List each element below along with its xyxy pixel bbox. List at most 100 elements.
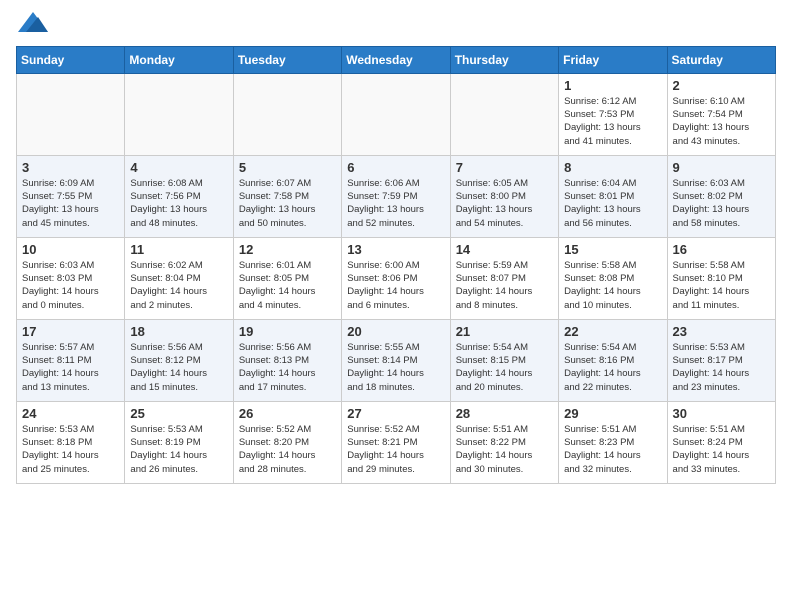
logo: [16, 16, 48, 36]
weekday-saturday: Saturday: [667, 46, 775, 73]
calendar-header: SundayMondayTuesdayWednesdayThursdayFrid…: [17, 46, 776, 73]
day-info: Sunrise: 6:02 AMSunset: 8:04 PMDaylight:…: [130, 259, 227, 312]
calendar-week-1: 1 Sunrise: 6:12 AMSunset: 7:53 PMDaylight…: [17, 73, 776, 155]
calendar-cell: 12 Sunrise: 6:01 AMSunset: 8:05 PMDayligh…: [233, 237, 341, 319]
day-info: Sunrise: 5:54 AMSunset: 8:15 PMDaylight:…: [456, 341, 553, 394]
day-number: 23: [673, 324, 770, 339]
calendar-cell: 10 Sunrise: 6:03 AMSunset: 8:03 PMDayligh…: [17, 237, 125, 319]
calendar-cell: 29 Sunrise: 5:51 AMSunset: 8:23 PMDayligh…: [559, 401, 667, 483]
calendar-cell: 5 Sunrise: 6:07 AMSunset: 7:58 PMDaylight…: [233, 155, 341, 237]
page-header: [16, 16, 776, 36]
day-info: Sunrise: 5:58 AMSunset: 8:08 PMDaylight:…: [564, 259, 661, 312]
day-number: 24: [22, 406, 119, 421]
calendar-cell: 30 Sunrise: 5:51 AMSunset: 8:24 PMDayligh…: [667, 401, 775, 483]
calendar-cell: 14 Sunrise: 5:59 AMSunset: 8:07 PMDayligh…: [450, 237, 558, 319]
weekday-sunday: Sunday: [17, 46, 125, 73]
day-info: Sunrise: 6:12 AMSunset: 7:53 PMDaylight:…: [564, 95, 661, 148]
day-info: Sunrise: 6:10 AMSunset: 7:54 PMDaylight:…: [673, 95, 770, 148]
day-number: 16: [673, 242, 770, 257]
day-number: 11: [130, 242, 227, 257]
day-info: Sunrise: 6:01 AMSunset: 8:05 PMDaylight:…: [239, 259, 336, 312]
day-number: 9: [673, 160, 770, 175]
day-info: Sunrise: 6:03 AMSunset: 8:02 PMDaylight:…: [673, 177, 770, 230]
calendar-cell: 3 Sunrise: 6:09 AMSunset: 7:55 PMDaylight…: [17, 155, 125, 237]
day-info: Sunrise: 5:55 AMSunset: 8:14 PMDaylight:…: [347, 341, 444, 394]
day-number: 25: [130, 406, 227, 421]
calendar-week-3: 10 Sunrise: 6:03 AMSunset: 8:03 PMDayligh…: [17, 237, 776, 319]
calendar-cell: [125, 73, 233, 155]
calendar-cell: 11 Sunrise: 6:02 AMSunset: 8:04 PMDayligh…: [125, 237, 233, 319]
day-number: 29: [564, 406, 661, 421]
calendar-cell: [233, 73, 341, 155]
day-info: Sunrise: 5:54 AMSunset: 8:16 PMDaylight:…: [564, 341, 661, 394]
weekday-wednesday: Wednesday: [342, 46, 450, 73]
calendar-cell: 7Sunrise: 6:05 AMSunset: 8:00 PMDaylight…: [450, 155, 558, 237]
day-number: 5: [239, 160, 336, 175]
day-info: Sunrise: 5:51 AMSunset: 8:24 PMDaylight:…: [673, 423, 770, 476]
calendar-cell: 25 Sunrise: 5:53 AMSunset: 8:19 PMDayligh…: [125, 401, 233, 483]
calendar-cell: 6Sunrise: 6:06 AMSunset: 7:59 PMDaylight…: [342, 155, 450, 237]
calendar-cell: 18 Sunrise: 5:56 AMSunset: 8:12 PMDayligh…: [125, 319, 233, 401]
day-info: Sunrise: 6:08 AMSunset: 7:56 PMDaylight:…: [130, 177, 227, 230]
calendar-cell: 2 Sunrise: 6:10 AMSunset: 7:54 PMDaylight…: [667, 73, 775, 155]
calendar-cell: 23Sunrise: 5:53 AMSunset: 8:17 PMDayligh…: [667, 319, 775, 401]
calendar-week-4: 17Sunrise: 5:57 AMSunset: 8:11 PMDayligh…: [17, 319, 776, 401]
calendar-cell: 22Sunrise: 5:54 AMSunset: 8:16 PMDayligh…: [559, 319, 667, 401]
day-number: 17: [22, 324, 119, 339]
calendar-cell: 9 Sunrise: 6:03 AMSunset: 8:02 PMDaylight…: [667, 155, 775, 237]
weekday-friday: Friday: [559, 46, 667, 73]
logo-icon: [18, 12, 48, 32]
calendar-cell: 15 Sunrise: 5:58 AMSunset: 8:08 PMDayligh…: [559, 237, 667, 319]
calendar-cell: [450, 73, 558, 155]
day-info: Sunrise: 5:58 AMSunset: 8:10 PMDaylight:…: [673, 259, 770, 312]
day-number: 2: [673, 78, 770, 93]
day-info: Sunrise: 6:06 AMSunset: 7:59 PMDaylight:…: [347, 177, 444, 230]
day-number: 15: [564, 242, 661, 257]
weekday-tuesday: Tuesday: [233, 46, 341, 73]
day-info: Sunrise: 5:52 AMSunset: 8:20 PMDaylight:…: [239, 423, 336, 476]
day-number: 18: [130, 324, 227, 339]
calendar-cell: 28 Sunrise: 5:51 AMSunset: 8:22 PMDayligh…: [450, 401, 558, 483]
calendar-week-5: 24Sunrise: 5:53 AMSunset: 8:18 PMDayligh…: [17, 401, 776, 483]
day-number: 3: [22, 160, 119, 175]
day-info: Sunrise: 5:56 AMSunset: 8:13 PMDaylight:…: [239, 341, 336, 394]
day-number: 13: [347, 242, 444, 257]
day-info: Sunrise: 5:52 AMSunset: 8:21 PMDaylight:…: [347, 423, 444, 476]
day-number: 20: [347, 324, 444, 339]
day-number: 28: [456, 406, 553, 421]
day-number: 30: [673, 406, 770, 421]
calendar-cell: [342, 73, 450, 155]
day-info: Sunrise: 5:51 AMSunset: 8:22 PMDaylight:…: [456, 423, 553, 476]
day-number: 4: [130, 160, 227, 175]
calendar-body: 1 Sunrise: 6:12 AMSunset: 7:53 PMDaylight…: [17, 73, 776, 483]
day-info: Sunrise: 6:09 AMSunset: 7:55 PMDaylight:…: [22, 177, 119, 230]
day-number: 14: [456, 242, 553, 257]
day-info: Sunrise: 6:07 AMSunset: 7:58 PMDaylight:…: [239, 177, 336, 230]
day-number: 12: [239, 242, 336, 257]
day-info: Sunrise: 6:00 AMSunset: 8:06 PMDaylight:…: [347, 259, 444, 312]
day-info: Sunrise: 5:53 AMSunset: 8:19 PMDaylight:…: [130, 423, 227, 476]
day-info: Sunrise: 5:51 AMSunset: 8:23 PMDaylight:…: [564, 423, 661, 476]
day-info: Sunrise: 6:03 AMSunset: 8:03 PMDaylight:…: [22, 259, 119, 312]
day-info: Sunrise: 5:56 AMSunset: 8:12 PMDaylight:…: [130, 341, 227, 394]
weekday-thursday: Thursday: [450, 46, 558, 73]
calendar-cell: 16 Sunrise: 5:58 AMSunset: 8:10 PMDayligh…: [667, 237, 775, 319]
calendar-week-2: 3 Sunrise: 6:09 AMSunset: 7:55 PMDaylight…: [17, 155, 776, 237]
weekday-monday: Monday: [125, 46, 233, 73]
calendar-cell: 24Sunrise: 5:53 AMSunset: 8:18 PMDayligh…: [17, 401, 125, 483]
day-number: 10: [22, 242, 119, 257]
day-info: Sunrise: 6:04 AMSunset: 8:01 PMDaylight:…: [564, 177, 661, 230]
calendar-cell: 4 Sunrise: 6:08 AMSunset: 7:56 PMDaylight…: [125, 155, 233, 237]
day-info: Sunrise: 5:59 AMSunset: 8:07 PMDaylight:…: [456, 259, 553, 312]
calendar-cell: 20 Sunrise: 5:55 AMSunset: 8:14 PMDayligh…: [342, 319, 450, 401]
day-number: 1: [564, 78, 661, 93]
day-number: 19: [239, 324, 336, 339]
weekday-header-row: SundayMondayTuesdayWednesdayThursdayFrid…: [17, 46, 776, 73]
day-number: 26: [239, 406, 336, 421]
calendar-cell: 17Sunrise: 5:57 AMSunset: 8:11 PMDayligh…: [17, 319, 125, 401]
calendar-cell: 19 Sunrise: 5:56 AMSunset: 8:13 PMDayligh…: [233, 319, 341, 401]
calendar-table: SundayMondayTuesdayWednesdayThursdayFrid…: [16, 46, 776, 484]
calendar-cell: [17, 73, 125, 155]
day-number: 21: [456, 324, 553, 339]
calendar-cell: 8Sunrise: 6:04 AMSunset: 8:01 PMDaylight…: [559, 155, 667, 237]
